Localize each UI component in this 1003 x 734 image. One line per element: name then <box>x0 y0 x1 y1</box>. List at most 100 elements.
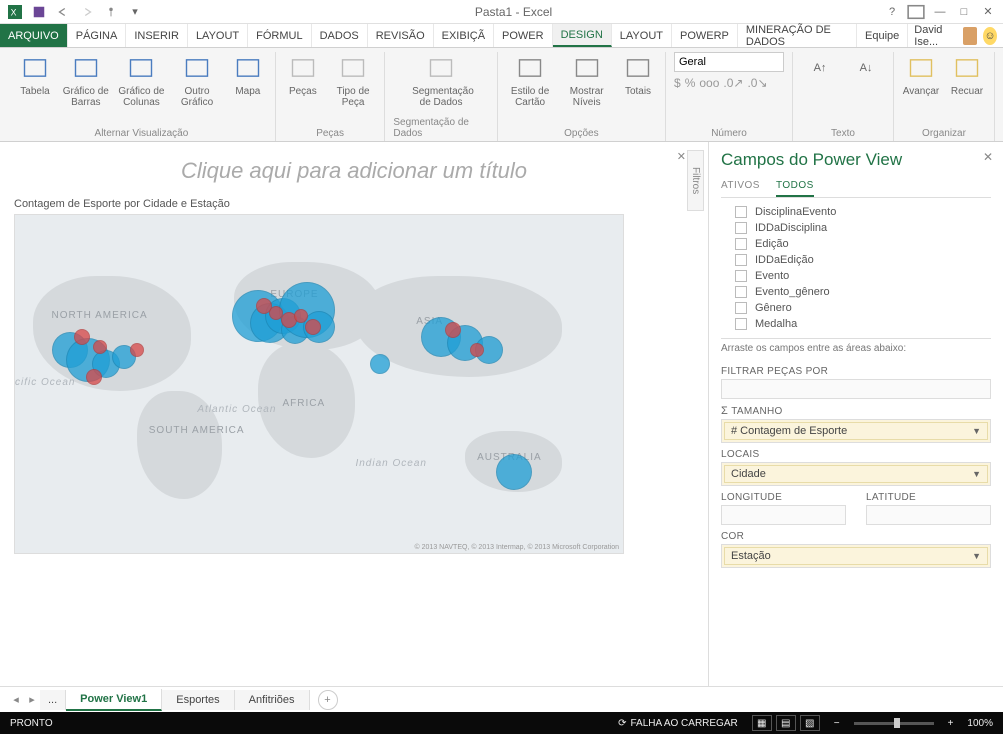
ribbon-button[interactable]: Peças <box>284 52 322 108</box>
tab-all-fields[interactable]: TODOS <box>776 176 814 197</box>
redo-button[interactable] <box>76 2 98 22</box>
view-page-button[interactable]: ▤ <box>776 715 796 731</box>
sheet-tab[interactable]: Anfitriões <box>235 690 310 710</box>
field-pill-locations[interactable]: Cidade▼ <box>724 465 988 483</box>
area-filter[interactable] <box>721 379 991 399</box>
field-item[interactable]: IDDaEdição <box>721 254 991 266</box>
tab-dados[interactable]: DADOS <box>312 24 368 47</box>
field-item[interactable]: Edição <box>721 238 991 250</box>
ribbon-button[interactable]: Recuar <box>948 52 986 97</box>
maximize-button[interactable]: □ <box>953 2 975 22</box>
ribbon-button[interactable]: Tabela <box>16 52 54 108</box>
field-item[interactable]: Evento_gênero <box>721 286 991 298</box>
field-item[interactable]: IDDaDisciplina <box>721 222 991 234</box>
increase-decimal-icon[interactable]: .0↗ <box>723 76 743 90</box>
map-bubble[interactable] <box>130 343 144 357</box>
map-bubble[interactable] <box>93 340 107 354</box>
undo-button[interactable] <box>52 2 74 22</box>
area-size[interactable]: # Contagem de Esporte▼ <box>721 419 991 443</box>
map-bubble[interactable] <box>74 329 90 345</box>
ribbon-button[interactable]: Estilo de Cartão <box>506 52 555 108</box>
filters-tab[interactable]: Filtros <box>687 150 704 211</box>
area-longitude[interactable] <box>721 505 846 525</box>
field-pill-size[interactable]: # Contagem de Esporte▼ <box>724 422 988 440</box>
close-icon[interactable]: ✕ <box>677 150 686 163</box>
ribbon-button[interactable]: Mostrar Níveis <box>562 52 611 108</box>
map-bubble[interactable] <box>496 454 532 490</box>
zoom-in-button[interactable]: + <box>948 718 954 729</box>
comma-icon[interactable]: ооо <box>699 76 719 90</box>
power-view-canvas[interactable]: ✕ Filtros Clique aqui para adicionar um … <box>0 142 708 686</box>
sheet-nav-next[interactable]: ▸ <box>24 693 40 706</box>
percent-icon[interactable]: % <box>685 76 696 90</box>
ribbon-button[interactable]: Outro Gráfico <box>173 52 221 108</box>
ribbon-button[interactable]: Segmentação de Dados <box>412 52 470 108</box>
tab-mineração de dados[interactable]: MINERAÇÃO DE DADOS <box>738 24 857 47</box>
sheet-tab[interactable]: Power View1 <box>66 689 162 711</box>
ribbon-button[interactable]: Avançar <box>902 52 940 97</box>
view-normal-button[interactable]: ▦ <box>752 715 772 731</box>
sheet-nav-prev[interactable]: ◂ <box>8 693 24 706</box>
title-placeholder[interactable]: Clique aqui para adicionar um título <box>14 158 694 184</box>
view-break-button[interactable]: ▧ <box>800 715 820 731</box>
touch-mode-button[interactable] <box>100 2 122 22</box>
tab-active-fields[interactable]: ATIVOS <box>721 176 760 197</box>
tab-design[interactable]: DESIGN <box>553 24 612 47</box>
ribbon-button[interactable]: Gráfico de Barras <box>62 52 110 108</box>
tab-fórmul[interactable]: FÓRMUL <box>248 24 311 47</box>
ribbon-button[interactable]: Gráfico de Colunas <box>118 52 166 108</box>
zoom-slider[interactable] <box>854 722 934 725</box>
tab-revisão[interactable]: REVISÃO <box>368 24 434 47</box>
tab-file[interactable]: ARQUIVO <box>0 24 68 47</box>
tab-power[interactable]: POWER <box>494 24 553 47</box>
map-bubble[interactable] <box>445 322 461 338</box>
qat-customize-button[interactable]: ▾ <box>124 2 146 22</box>
ribbon-button[interactable]: Tipo de Peça <box>330 52 377 108</box>
minimize-button[interactable]: — <box>929 2 951 22</box>
save-button[interactable] <box>28 2 50 22</box>
area-color[interactable]: Estação▼ <box>721 544 991 568</box>
checkbox[interactable] <box>735 286 747 298</box>
tab-layout[interactable]: LAYOUT <box>188 24 248 47</box>
help-button[interactable]: ? <box>881 2 903 22</box>
currency-icon[interactable]: $ <box>674 76 681 90</box>
ribbon-display-button[interactable] <box>905 2 927 22</box>
map-bubble[interactable] <box>370 354 390 374</box>
checkbox[interactable] <box>735 254 747 266</box>
checkbox[interactable] <box>735 318 747 330</box>
map-bubble[interactable] <box>305 319 321 335</box>
close-icon[interactable]: ✕ <box>983 150 993 164</box>
decrease-decimal-icon[interactable]: .0↘ <box>747 76 767 90</box>
chevron-down-icon[interactable]: ▼ <box>972 469 981 479</box>
checkbox[interactable] <box>735 222 747 234</box>
tab-página[interactable]: PÁGINA <box>68 24 127 47</box>
ribbon-button[interactable]: Mapa <box>229 52 267 108</box>
zoom-level[interactable]: 100% <box>967 718 993 729</box>
decrease-font-button[interactable]: A↓ <box>847 52 885 84</box>
tab-layout[interactable]: LAYOUT <box>612 24 672 47</box>
tab-inserir[interactable]: INSERIR <box>126 24 188 47</box>
sheet-ellipsis[interactable]: ... <box>40 690 66 710</box>
ribbon-button[interactable]: Totais <box>619 52 657 108</box>
checkbox[interactable] <box>735 238 747 250</box>
tab-equipe[interactable]: Equipe <box>857 24 908 47</box>
add-sheet-button[interactable]: + <box>318 690 338 710</box>
increase-font-button[interactable]: A↑ <box>801 52 839 84</box>
checkbox[interactable] <box>735 206 747 218</box>
field-pill-color[interactable]: Estação▼ <box>724 547 988 565</box>
sheet-tab[interactable]: Esportes <box>162 690 234 710</box>
chevron-down-icon[interactable]: ▼ <box>972 426 981 436</box>
map-visualization[interactable]: NORTH AMERICA SOUTH AMERICA AFRICA EUROP… <box>14 214 624 554</box>
checkbox[interactable] <box>735 302 747 314</box>
number-format-select[interactable] <box>674 52 784 72</box>
field-item[interactable]: Medalha <box>721 318 991 330</box>
field-item[interactable]: Evento <box>721 270 991 282</box>
user-account[interactable]: David Ise... ☺ <box>908 24 1003 47</box>
field-item[interactable]: Gênero <box>721 302 991 314</box>
area-locations[interactable]: Cidade▼ <box>721 462 991 486</box>
zoom-out-button[interactable]: − <box>834 718 840 729</box>
field-item[interactable]: DisciplinaEvento <box>721 206 991 218</box>
chevron-down-icon[interactable]: ▼ <box>972 551 981 561</box>
tab-exibiçã[interactable]: EXIBIÇÃ <box>434 24 494 47</box>
checkbox[interactable] <box>735 270 747 282</box>
